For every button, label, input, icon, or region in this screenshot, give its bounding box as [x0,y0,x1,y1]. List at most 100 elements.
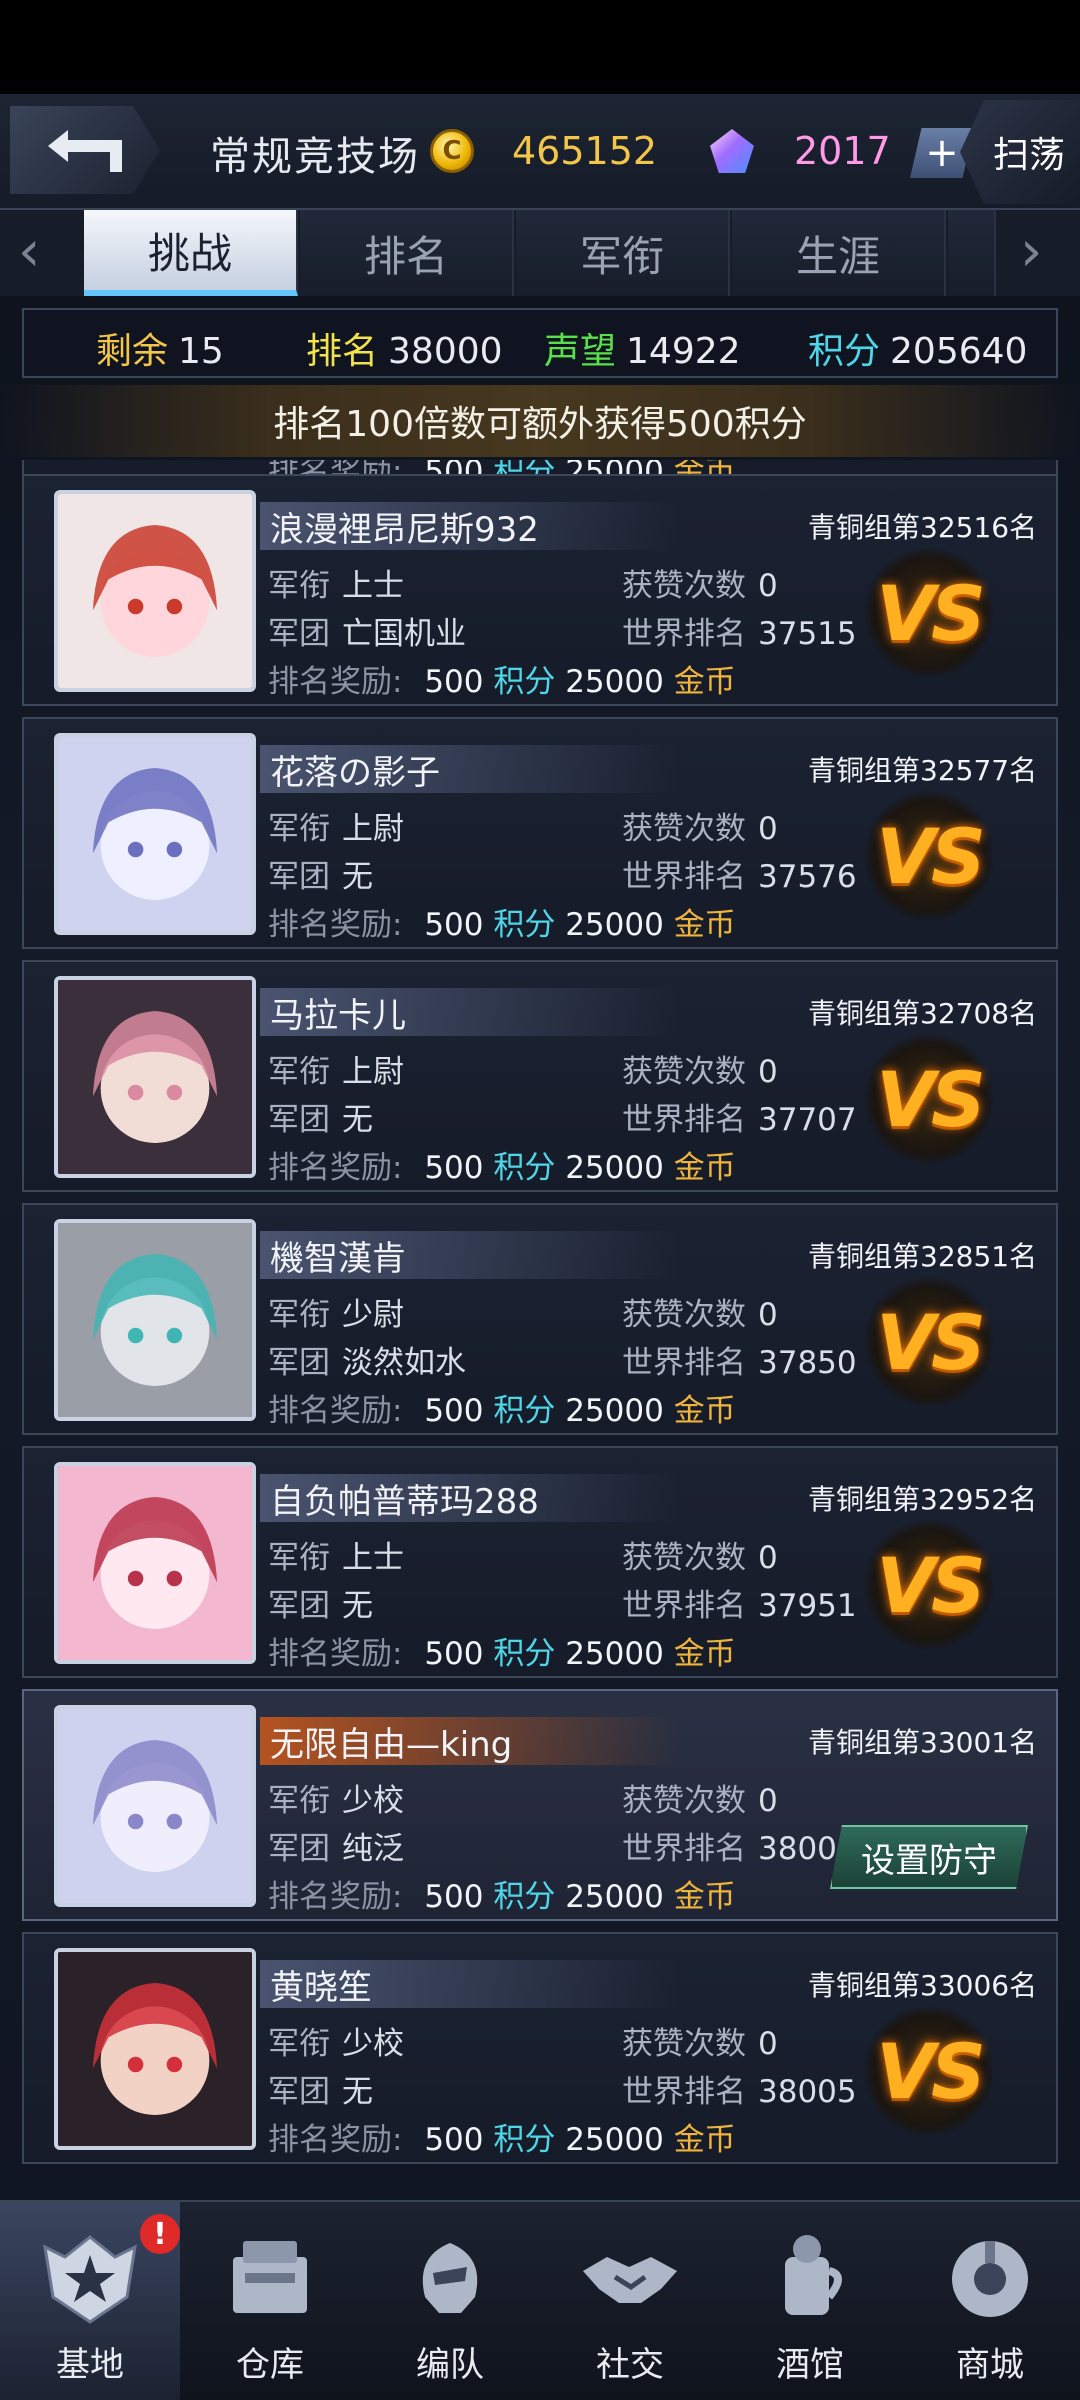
opponent-card[interactable]: 機智漢肯 青铜组第32851名 军衔 少尉 军团 淡然如水 排名奖励: 500 积分… [22,1203,1058,1435]
shop-icon [952,2241,1028,2317]
likes-row: 获赞次数 0 [622,1297,778,1333]
world-rank-row: 世界排名 38000 [622,1831,857,1867]
player-name: 浪漫裡昂尼斯932 [260,502,680,550]
group-rank: 青铜组第33006名 [808,1969,1038,2002]
vs-challenge-button[interactable]: VS [864,2006,994,2136]
vs-challenge-button[interactable]: VS [864,1277,994,1407]
base-star-icon [43,2235,137,2324]
coin-value: 465152 [512,129,658,173]
gem-counter: 2017 [710,122,891,180]
reward-row: 排名奖励: 500 积分 25000 金币 [268,1636,736,1672]
tab-next-icon[interactable]: › [1020,224,1042,280]
group-rank: 青铜组第32516名 [808,511,1038,544]
prestige-stat: 声望 14922 [544,331,741,372]
world-rank-row: 世界排名 37951 [622,1588,857,1624]
military-rank-row: 军衔 少校 [268,2026,404,2062]
vs-label: VS [876,1297,986,1387]
nav-warehouse[interactable]: 仓库 [180,2202,360,2400]
world-rank-row: 世界排名 37576 [622,859,857,895]
group-rank: 青铜组第32708名 [808,997,1038,1030]
likes-row: 获赞次数 0 [622,1540,778,1576]
player-avatar[interactable] [54,490,256,692]
gem-value: 2017 [794,129,891,173]
likes-row: 获赞次数 0 [622,2026,778,2062]
nav-social[interactable]: 社交 [540,2202,720,2400]
nav-tavern[interactable]: 酒馆 [720,2202,900,2400]
nav-squad[interactable]: 编队 [360,2202,540,2400]
player-name: 自负帕普蒂玛288 [260,1474,680,1522]
nav-squad-label: 编队 [416,2345,484,2385]
opponent-card[interactable]: 马拉卡儿 青铜组第32708名 军衔 上尉 军团无 排名奖励: 500 积分 25… [22,960,1058,1192]
military-rank-row: 军衔 少尉 [268,1297,404,1333]
opponent-card[interactable]: 自负帕普蒂玛288 青铜组第32952名 军衔 上士 军团无 排名奖励: 500 … [22,1446,1058,1678]
player-avatar[interactable] [54,976,256,1178]
nav-shop-label: 商城 [956,2345,1024,2385]
legion-row: 军团无 [268,859,373,895]
tab-bar: ‹ 挑战 排名 军衔 生涯 › [0,210,1080,296]
military-rank-row: 军衔 上尉 [268,1054,404,1090]
reward-row: 排名奖励: 500 积分 25000 金币 [268,1879,736,1915]
gem-icon [710,129,754,173]
remaining-stat: 剩余 15 [96,331,224,372]
player-avatar[interactable] [54,1948,256,2150]
bottom-nav: 基地 ! 仓库 编队 社交 酒馆 商城 [0,2200,1080,2400]
back-arrow-icon [48,130,122,172]
bonus-banner: 排名100倍数可额外获得500积分 [0,385,1080,457]
player-avatar[interactable] [54,1219,256,1421]
opponent-list[interactable]: 排名奖励: 500 积分 25000 金币 浪漫裡昂尼斯932 青铜组第3251… [0,460,1080,2200]
vs-challenge-button[interactable]: VS [864,1520,994,1650]
page-title: 常规竞技场 [210,134,420,180]
avatar-portrait-icon [58,494,252,688]
opponent-card[interactable]: 浪漫裡昂尼斯932 青铜组第32516名 军衔 上士 军团 亡国机业 排名奖励: 5… [22,474,1058,706]
military-rank-row: 军衔 上尉 [268,811,404,847]
notification-badge: ! [140,2214,180,2254]
tab-prev-icon[interactable]: ‹ [18,224,40,280]
tab-career[interactable]: 生涯 [732,210,946,296]
player-avatar[interactable] [54,733,256,935]
military-rank-row: 军衔 少校 [268,1783,404,1819]
nav-shop[interactable]: 商城 [900,2202,1080,2400]
likes-row: 获赞次数 0 [622,568,778,604]
back-button[interactable] [10,106,160,194]
nav-base[interactable]: 基地 ! [0,2202,180,2400]
player-avatar[interactable] [54,1462,256,1664]
player-name: 黄晓笙 [260,1960,680,2008]
vs-challenge-button[interactable]: VS [864,791,994,921]
player-name: 花落の影子 [260,745,680,793]
group-rank: 青铜组第32952名 [808,1483,1038,1516]
opponent-card[interactable]: 黄晓笙 青铜组第33006名 军衔 少校 军团无 排名奖励: 500 积分 250… [22,1932,1058,2164]
nav-tavern-label: 酒馆 [776,2345,844,2385]
group-rank: 青铜组第32851名 [808,1240,1038,1273]
legion-row: 军团无 [268,2074,373,2110]
player-avatar[interactable] [54,1705,256,1907]
tab-ranking[interactable]: 排名 [300,210,514,296]
likes-row: 获赞次数 0 [622,1783,778,1819]
top-header: 常规竞技场 C 465152 2017 + 扫荡 [0,94,1080,210]
player-name: 马拉卡儿 [260,988,680,1036]
avatar-portrait-icon [58,737,252,931]
world-rank-row: 世界排名 38005 [622,2074,857,2110]
status-bar [0,0,1080,94]
tab-challenge[interactable]: 挑战 [84,210,298,296]
avatar-portrait-icon [58,1223,252,1417]
legion-row: 军团无 [268,1102,373,1138]
military-rank-row: 军衔 上士 [268,1540,404,1576]
nav-social-label: 社交 [596,2345,664,2385]
vs-challenge-button[interactable]: VS [864,1034,994,1164]
world-rank-row: 世界排名 37515 [622,616,857,652]
tab-military-rank[interactable]: 军衔 [516,210,730,296]
likes-row: 获赞次数 0 [622,811,778,847]
sweep-button[interactable]: 扫荡 [960,100,1080,204]
tab-overflow[interactable] [948,210,996,296]
own-player-card[interactable]: 无限自由—king 青铜组第33001名 军衔 少校 军团 纯泛 排名奖励: 500… [22,1689,1058,1921]
group-rank: 青铜组第33001名 [808,1726,1038,1759]
legion-row: 军团 亡国机业 [268,616,466,652]
avatar-portrait-icon [58,1466,252,1660]
vs-challenge-button[interactable]: VS [864,548,994,678]
reward-row: 排名奖励: 500 积分 25000 金币 [268,1393,736,1429]
reward-row: 排名奖励: 500 积分 25000 金币 [268,2122,736,2158]
reward-row: 排名奖励: 500 积分 25000 金币 [268,664,736,700]
tavern-icon [785,2235,842,2315]
opponent-card[interactable]: 花落の影子 青铜组第32577名 军衔 上尉 军团无 排名奖励: 500 积分 2… [22,717,1058,949]
set-defense-button[interactable]: 设置防守 [830,1825,1028,1889]
